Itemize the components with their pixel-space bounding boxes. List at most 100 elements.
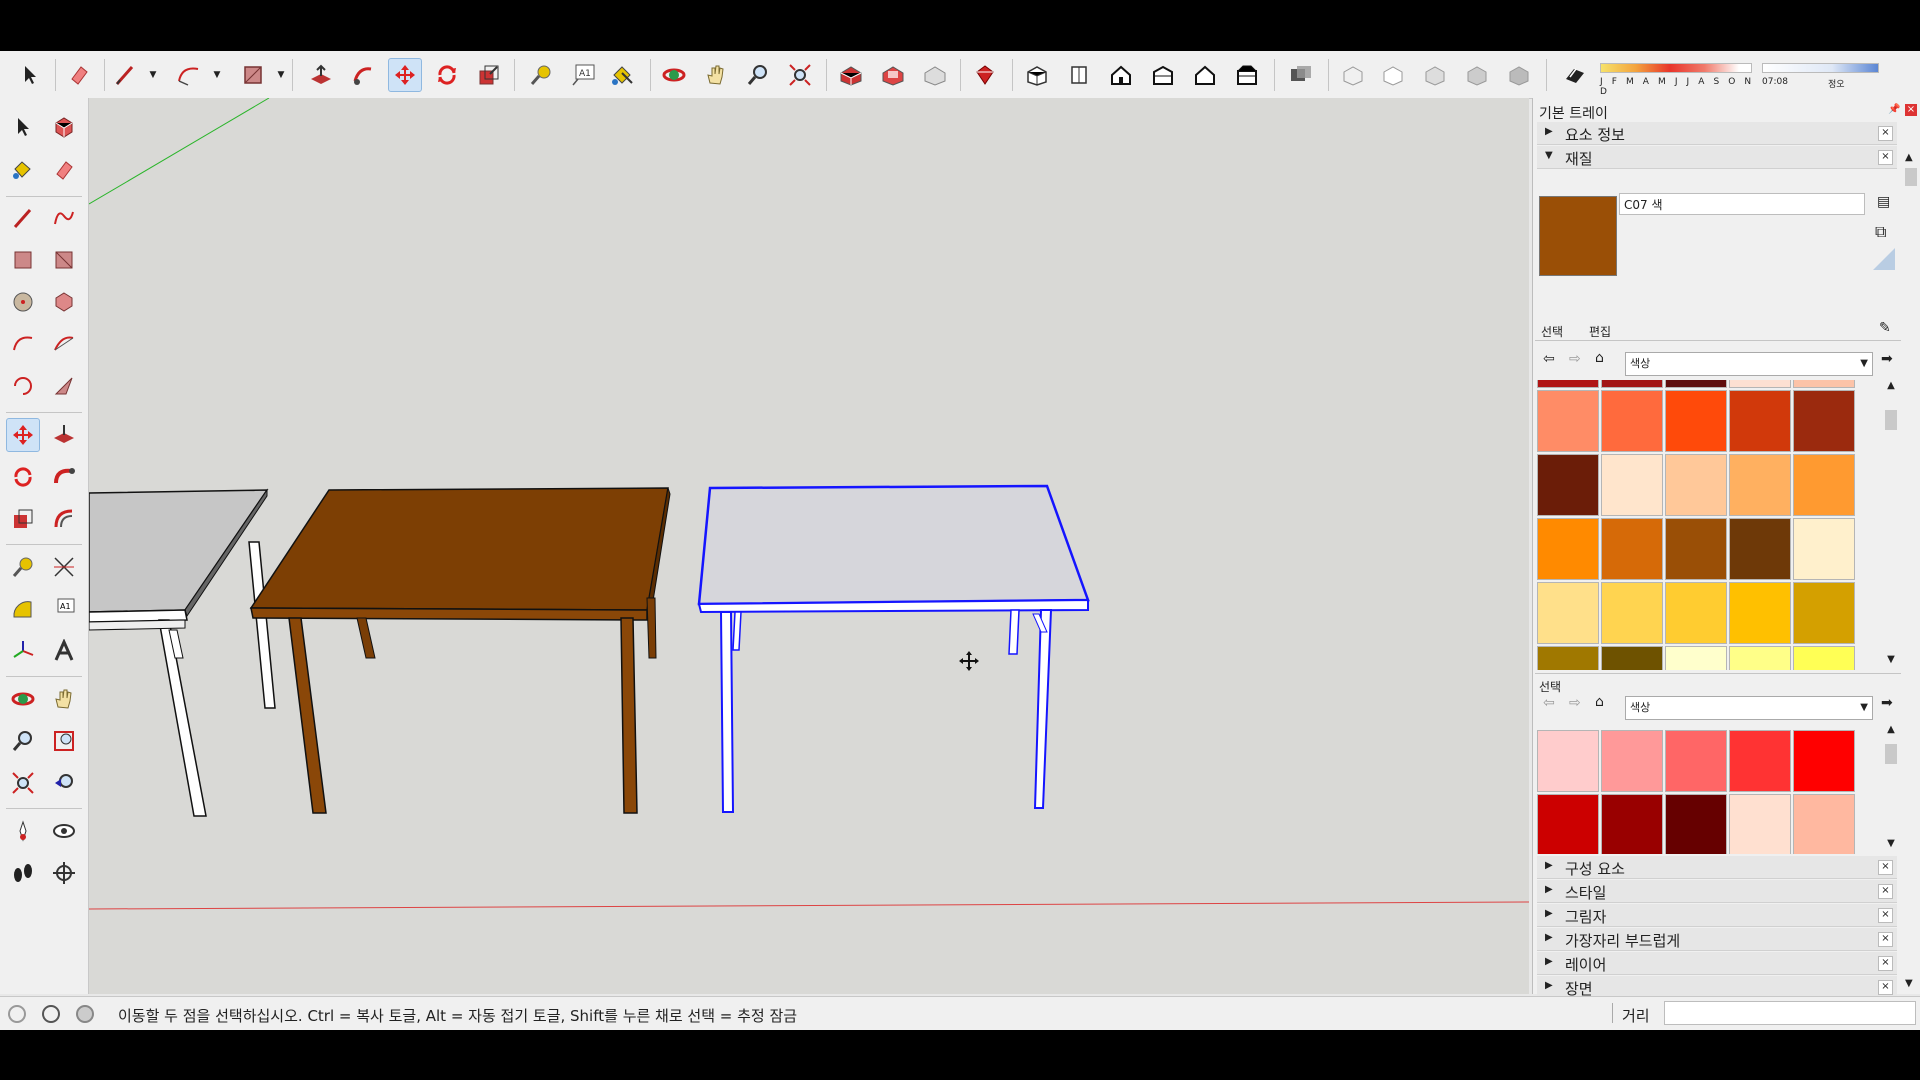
line-tool-icon[interactable] <box>6 201 40 235</box>
color-swatch[interactable] <box>1537 390 1599 452</box>
color-swatch[interactable] <box>1537 380 1599 388</box>
default-material-icon[interactable] <box>1873 248 1895 270</box>
right-view-icon[interactable] <box>1146 58 1180 92</box>
eyedropper-icon[interactable]: ✎ <box>1879 320 1891 336</box>
protractor-icon[interactable] <box>6 592 40 626</box>
color-swatch[interactable] <box>1601 794 1663 854</box>
axes-tool-icon[interactable] <box>6 634 40 668</box>
wireframe-style-icon[interactable] <box>1336 58 1370 92</box>
color-swatch[interactable] <box>1601 582 1663 644</box>
orbit-icon[interactable] <box>657 58 691 92</box>
rectangle-tool-dropdown-icon[interactable]: ▼ <box>276 65 286 85</box>
front-view-icon[interactable] <box>1104 58 1138 92</box>
section-plane-icon[interactable] <box>47 856 81 890</box>
panel-close-icon[interactable]: × <box>1878 980 1893 995</box>
tab-edit[interactable]: 편집 <box>1589 323 1611 340</box>
color-swatch[interactable] <box>1665 794 1727 854</box>
home-icon[interactable]: ⌂ <box>1595 694 1604 710</box>
zoom-extents-icon[interactable] <box>6 766 40 800</box>
panel-materials[interactable]: ▼ 재질 × <box>1537 146 1897 169</box>
xray-style-icon[interactable] <box>1284 58 1318 92</box>
rectangle-tool-icon[interactable] <box>6 243 40 277</box>
pan-hand-icon[interactable] <box>47 682 81 716</box>
credits-info-icon[interactable] <box>42 1005 60 1023</box>
push-pull-icon[interactable] <box>47 418 81 452</box>
display-secondary-icon[interactable]: ▤ <box>1877 194 1890 210</box>
tape-measure-icon[interactable] <box>524 58 558 92</box>
color-swatch[interactable] <box>1537 646 1599 670</box>
rotated-rectangle-icon[interactable] <box>47 243 81 277</box>
previous-view-icon[interactable] <box>47 766 81 800</box>
color-swatch[interactable] <box>1537 518 1599 580</box>
eraser-icon[interactable] <box>47 153 81 187</box>
position-camera-icon[interactable] <box>6 814 40 848</box>
color-swatch[interactable] <box>1665 454 1727 516</box>
extension-warehouse-icon[interactable] <box>968 58 1002 92</box>
color-swatch[interactable] <box>1793 390 1855 452</box>
3d-warehouse-icon[interactable] <box>834 58 868 92</box>
color-swatch[interactable] <box>1601 730 1663 792</box>
color-swatch[interactable] <box>1601 380 1663 388</box>
follow-me-icon[interactable] <box>47 460 81 494</box>
color-swatch[interactable] <box>1729 582 1791 644</box>
color-swatch[interactable] <box>1537 582 1599 644</box>
line-tool-icon[interactable] <box>108 58 142 92</box>
look-around-icon[interactable] <box>47 814 81 848</box>
select-tool-icon[interactable] <box>13 58 47 92</box>
tray-scrollbar[interactable]: ▲ ▼ <box>1903 146 1919 994</box>
top-view-icon[interactable] <box>1062 58 1096 92</box>
arc-tool-icon[interactable] <box>172 58 206 92</box>
push-pull-icon[interactable] <box>304 58 338 92</box>
arc-tool-icon[interactable] <box>6 327 40 361</box>
two-point-arc-icon[interactable] <box>47 327 81 361</box>
tab-select[interactable]: 선택 <box>1541 323 1563 340</box>
shaded-style-icon[interactable] <box>1418 58 1452 92</box>
color-swatch[interactable] <box>1793 454 1855 516</box>
monochrome-style-icon[interactable] <box>1502 58 1536 92</box>
color-swatch[interactable] <box>1601 518 1663 580</box>
panel-close-icon[interactable]: × <box>1878 884 1893 899</box>
color-swatch[interactable] <box>1793 582 1855 644</box>
shaded-textures-style-icon[interactable] <box>1460 58 1494 92</box>
share-component-icon[interactable] <box>918 58 952 92</box>
pin-icon[interactable]: 📌 <box>1888 104 1900 115</box>
panel-close-icon[interactable]: × <box>1878 956 1893 971</box>
rotate-tool-icon[interactable] <box>6 460 40 494</box>
panel-close-icon[interactable]: × <box>1878 126 1893 141</box>
details-arrow-icon[interactable]: ➡ <box>1881 351 1893 367</box>
color-swatch[interactable] <box>1665 730 1727 792</box>
panel-collapsed[interactable]: ▶ 스타일 × <box>1537 880 1897 903</box>
secondary-swatch-scrollbar[interactable]: ▲ ▼ <box>1883 724 1899 854</box>
dimension-tool-icon[interactable] <box>47 550 81 584</box>
month-slider[interactable] <box>1600 63 1752 73</box>
collection-dropdown[interactable]: 색상 ▼ <box>1625 352 1873 376</box>
current-material-swatch[interactable] <box>1539 196 1617 276</box>
panel-close-icon[interactable]: × <box>1878 150 1893 165</box>
panel-collapsed[interactable]: ▶ 구성 요소 × <box>1537 856 1897 879</box>
secondary-collection-dropdown[interactable]: 색상 ▼ <box>1625 696 1873 720</box>
move-tool-icon[interactable] <box>388 58 422 92</box>
panel-collapsed[interactable]: ▶ 가장자리 부드럽게 × <box>1537 928 1897 951</box>
line-tool-dropdown-icon[interactable]: ▼ <box>148 65 158 85</box>
walk-tool-icon[interactable] <box>6 856 40 890</box>
color-swatch[interactable] <box>1665 646 1727 670</box>
pan-hand-icon[interactable] <box>699 58 733 92</box>
color-swatch[interactable] <box>1793 380 1855 388</box>
iso-view-icon[interactable] <box>1020 58 1054 92</box>
text-tool-icon[interactable]: A1 <box>47 592 81 626</box>
color-swatch[interactable] <box>1665 518 1727 580</box>
tape-measure-icon[interactable] <box>6 550 40 584</box>
polygon-tool-icon[interactable] <box>47 285 81 319</box>
panel-entity-info[interactable]: ▶ 요소 정보 × <box>1537 122 1897 145</box>
scale-tool-icon[interactable] <box>6 502 40 536</box>
zoom-icon[interactable] <box>741 58 775 92</box>
color-swatch[interactable] <box>1537 794 1599 854</box>
panel-close-icon[interactable]: × <box>1878 860 1893 875</box>
paint-bucket-icon[interactable] <box>6 153 40 187</box>
forward-arrow-icon[interactable]: ⇨ <box>1569 351 1581 367</box>
zoom-extents-icon[interactable] <box>783 58 817 92</box>
tray-close-icon[interactable]: × <box>1905 104 1917 116</box>
color-swatch[interactable] <box>1793 730 1855 792</box>
color-swatch[interactable] <box>1729 518 1791 580</box>
material-name-field[interactable]: C07 색 <box>1619 193 1865 215</box>
